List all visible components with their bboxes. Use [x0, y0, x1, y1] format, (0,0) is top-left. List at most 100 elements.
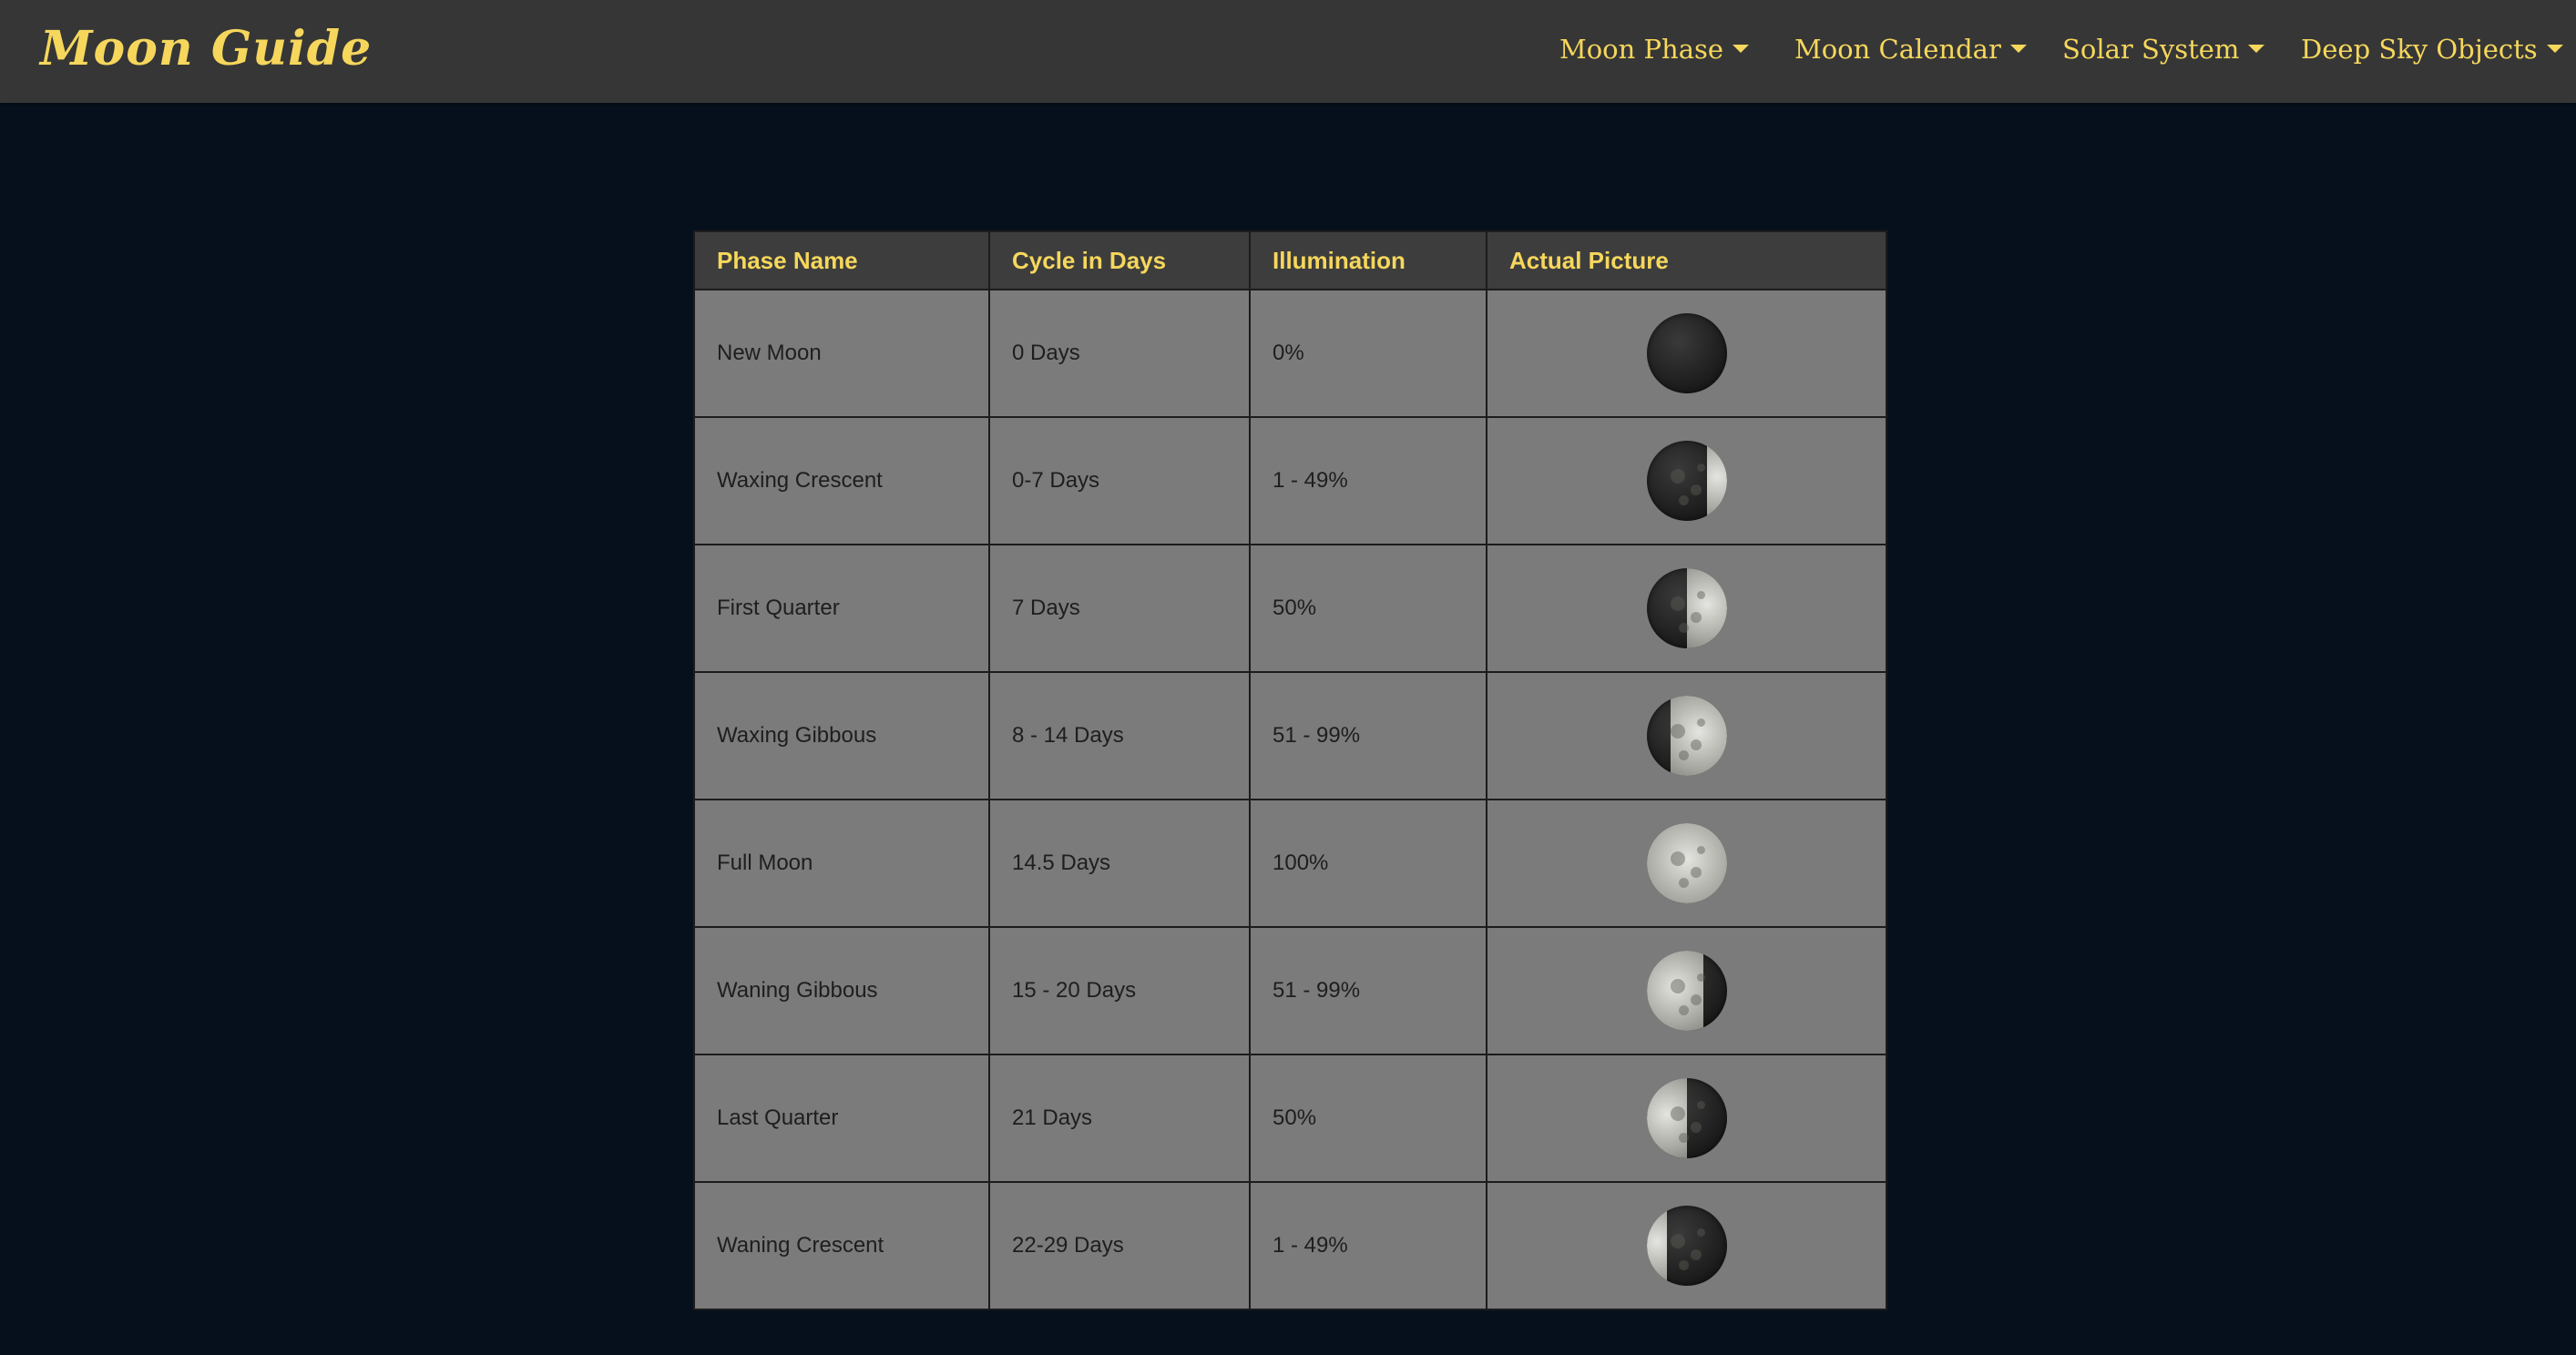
moon-crater [1678, 1005, 1689, 1015]
picture-cell [1486, 799, 1887, 928]
picture-cell [1486, 544, 1887, 673]
moon-crater [1670, 851, 1685, 866]
moon-crater [1696, 464, 1705, 472]
table-row: Last Quarter 21 Days 50% [693, 1054, 1887, 1183]
moon-crater [1690, 484, 1702, 495]
moon-crater [1690, 994, 1702, 1005]
last-quarter-icon [1646, 1078, 1727, 1158]
illumination-cell: 50% [1249, 1054, 1487, 1183]
moon-lit-area [1706, 441, 1727, 521]
moon-crater [1678, 495, 1689, 505]
header-cycle-in-days: Cycle in Days [988, 230, 1251, 290]
illumination-cell: 1 - 49% [1249, 416, 1487, 545]
moon-crater [1670, 469, 1685, 484]
moon-crater [1690, 1122, 1702, 1133]
nav-item-deep-sky-objects[interactable]: Deep Sky Objects [2301, 29, 2563, 69]
waxing-crescent-icon [1646, 441, 1727, 521]
moon-crater [1696, 846, 1705, 854]
picture-cell [1486, 671, 1887, 800]
table-row: New Moon 0 Days 0% [693, 289, 1887, 418]
chevron-down-icon [2546, 44, 2563, 53]
moon-lit-area [1646, 1206, 1667, 1286]
moon-crater [1678, 878, 1689, 888]
moon-crater [1696, 718, 1705, 727]
cycle-cell: 15 - 20 Days [988, 926, 1251, 1055]
phase-name-cell: Full Moon [693, 799, 990, 928]
new-moon-icon [1646, 313, 1727, 393]
moon-crater [1696, 591, 1705, 599]
moon-crater [1670, 596, 1685, 611]
phase-name-cell: Waning Crescent [693, 1181, 990, 1310]
table-row: Full Moon 14.5 Days 100% [693, 799, 1887, 928]
phase-name-cell: First Quarter [693, 544, 990, 673]
phase-name-cell: Waning Gibbous [693, 926, 990, 1055]
moon-crater [1670, 979, 1685, 993]
nav-item-moon-calendar[interactable]: Moon Calendar [1794, 29, 2027, 69]
illumination-cell: 51 - 99% [1249, 926, 1487, 1055]
illumination-cell: 51 - 99% [1249, 671, 1487, 800]
table-row: Waxing Gibbous 8 - 14 Days 51 - 99% [693, 671, 1887, 800]
cycle-cell: 0-7 Days [988, 416, 1251, 545]
moon-lit-area [1686, 568, 1727, 648]
table-header-row: Phase Name Cycle in Days Illumination Ac… [693, 230, 1887, 290]
moon-phase-table-container: Phase Name Cycle in Days Illumination Ac… [693, 230, 1887, 1310]
waning-gibbous-icon [1646, 951, 1727, 1031]
picture-cell [1486, 1181, 1887, 1310]
cycle-cell: 0 Days [988, 289, 1251, 418]
chevron-down-icon [2009, 44, 2027, 53]
illumination-cell: 100% [1249, 799, 1487, 928]
phase-name-cell: Last Quarter [693, 1054, 990, 1183]
nav-item-label: Moon Calendar [1794, 34, 2001, 65]
cycle-cell: 21 Days [988, 1054, 1251, 1183]
moon-crater [1690, 1249, 1702, 1260]
nav-item-label: Moon Phase [1559, 34, 1724, 65]
moon-crater [1696, 1101, 1705, 1109]
moon-phase-table: Phase Name Cycle in Days Illumination Ac… [693, 230, 1887, 1310]
header-actual-picture: Actual Picture [1486, 230, 1887, 290]
nav-item-label: Solar System [2062, 34, 2240, 65]
phase-name-cell: Waxing Crescent [693, 416, 990, 545]
picture-cell [1486, 289, 1887, 418]
nav-item-label: Deep Sky Objects [2301, 34, 2538, 65]
full-moon-icon [1646, 823, 1727, 903]
moon-crater [1678, 1260, 1689, 1270]
table-row: First Quarter 7 Days 50% [693, 544, 1887, 673]
first-quarter-icon [1646, 568, 1727, 648]
illumination-cell: 50% [1249, 544, 1487, 673]
picture-cell [1486, 416, 1887, 545]
table-row: Waning Crescent 22-29 Days 1 - 49% [693, 1181, 1887, 1310]
header-phase-name: Phase Name [693, 230, 990, 290]
picture-cell [1486, 926, 1887, 1055]
table-body: New Moon 0 Days 0% Waxing Crescent 0-7 D… [693, 289, 1887, 1310]
table-row: Waning Gibbous 15 - 20 Days 51 - 99% [693, 926, 1887, 1055]
moon-crater [1678, 750, 1689, 760]
illumination-cell: 0% [1249, 289, 1487, 418]
moon-crater [1678, 623, 1689, 633]
header-illumination: Illumination [1249, 230, 1487, 290]
moon-crater [1670, 724, 1685, 739]
picture-cell [1486, 1054, 1887, 1183]
phase-name-cell: New Moon [693, 289, 990, 418]
chevron-down-icon [1733, 44, 1750, 53]
cycle-cell: 7 Days [988, 544, 1251, 673]
moon-crater [1690, 867, 1702, 878]
moon-crater [1670, 1106, 1685, 1121]
moon-crater [1690, 612, 1702, 623]
waxing-gibbous-icon [1646, 696, 1727, 776]
moon-crater [1690, 739, 1702, 750]
brand-logo[interactable]: Moon Guide [40, 13, 372, 86]
moon-crater [1678, 1133, 1689, 1143]
navbar: Moon Guide Moon Phase Moon Calendar Sola… [0, 0, 2576, 103]
moon-crater [1670, 1234, 1685, 1248]
cycle-cell: 22-29 Days [988, 1181, 1251, 1310]
waning-crescent-icon [1646, 1206, 1727, 1286]
nav-item-solar-system[interactable]: Solar System [2062, 29, 2265, 69]
nav-item-moon-phase[interactable]: Moon Phase [1559, 29, 1750, 69]
table-row: Waxing Crescent 0-7 Days 1 - 49% [693, 416, 1887, 545]
moon-crater [1696, 1228, 1705, 1237]
moon-crater [1696, 973, 1705, 982]
phase-name-cell: Waxing Gibbous [693, 671, 990, 800]
cycle-cell: 14.5 Days [988, 799, 1251, 928]
cycle-cell: 8 - 14 Days [988, 671, 1251, 800]
chevron-down-icon [2248, 44, 2265, 53]
